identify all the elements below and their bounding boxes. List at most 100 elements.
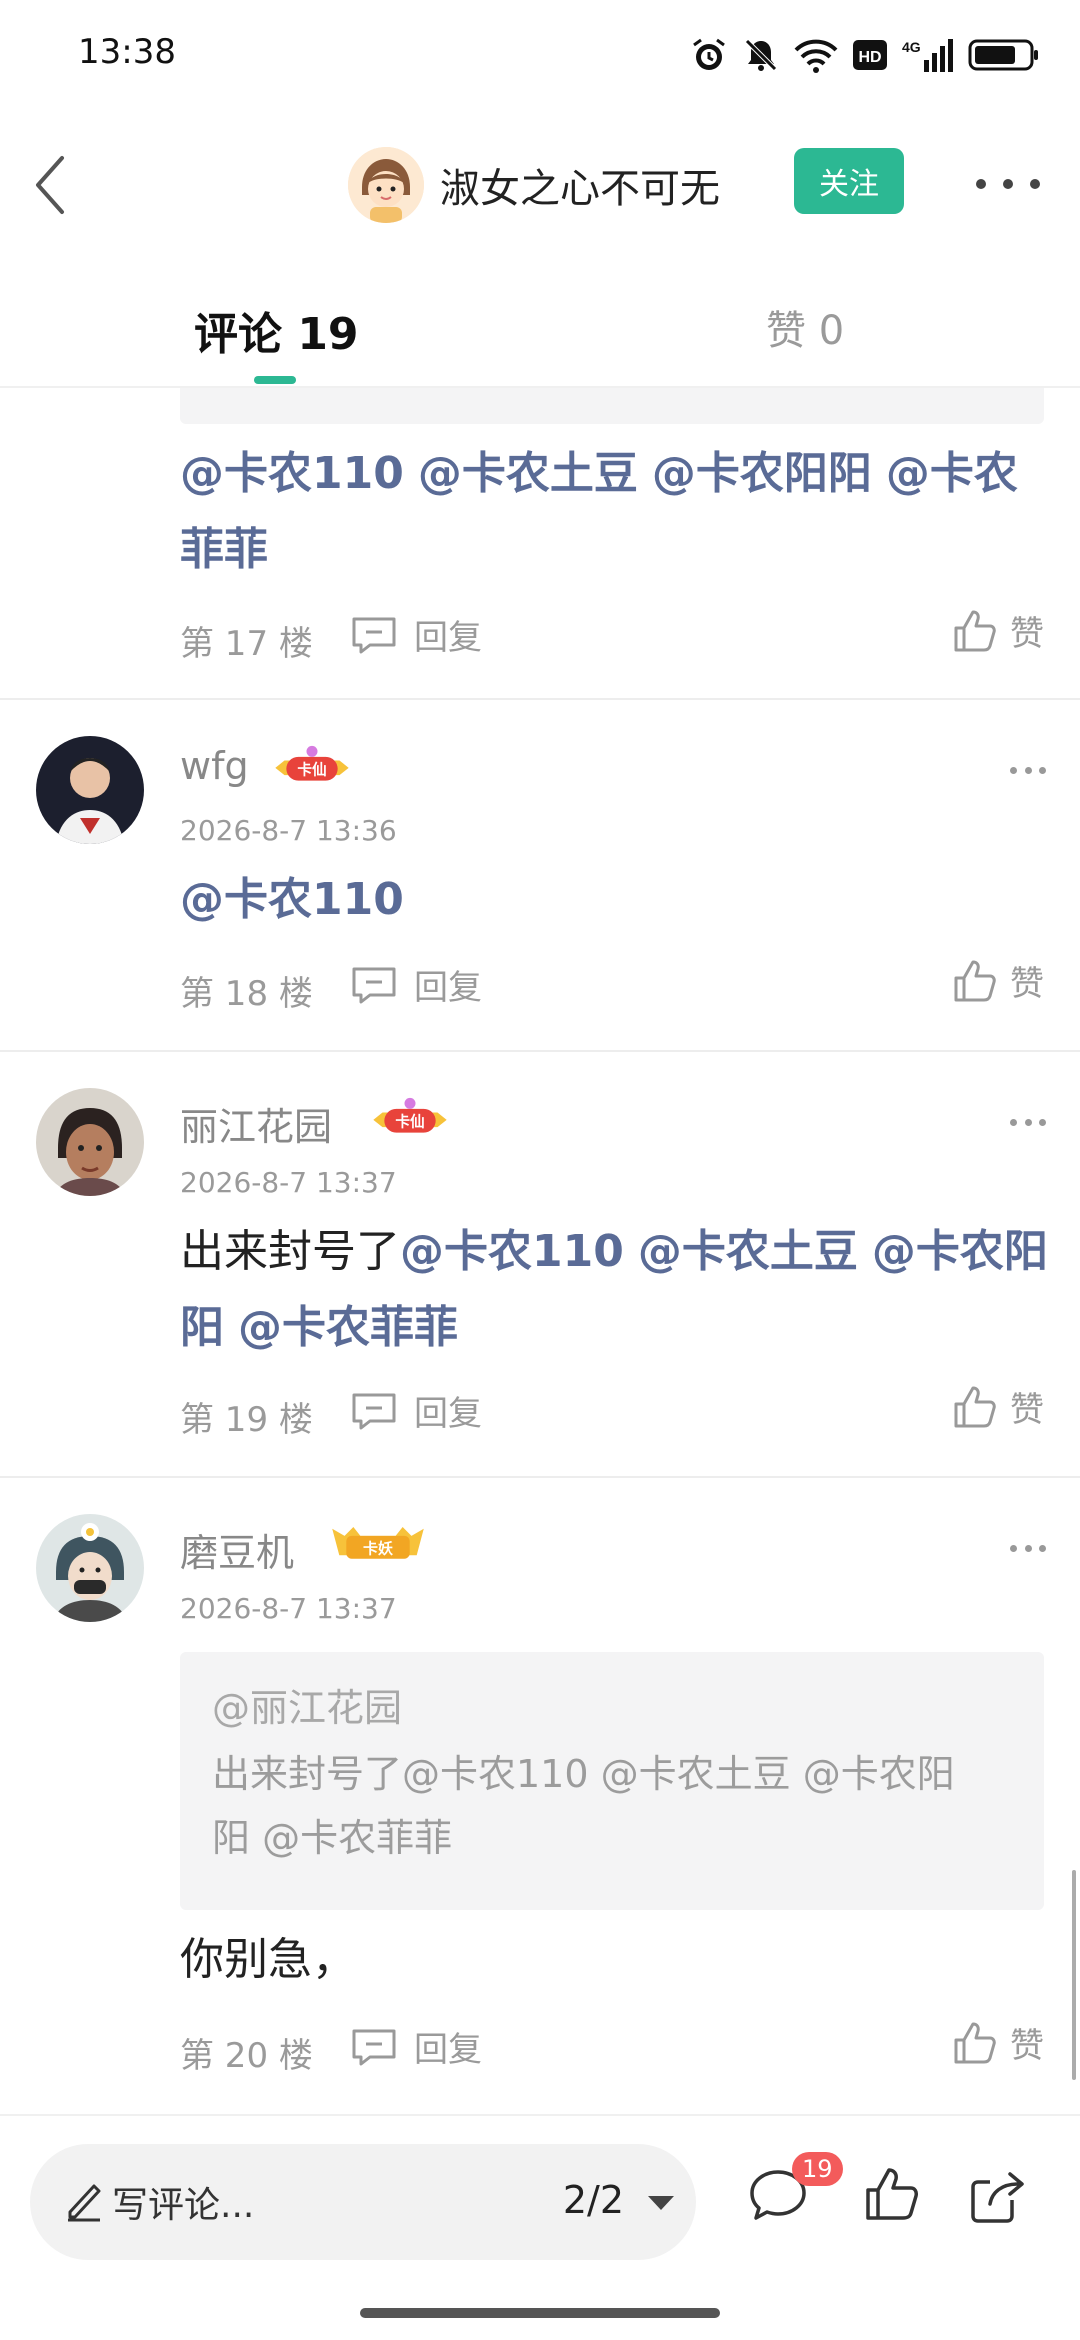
- quoted-comment[interactable]: @丽江花园 出来封号了@卡农110 @卡农土豆 @卡农阳 阳 @卡农菲菲: [180, 1652, 1044, 1910]
- level-badge-kayao: 卡妖: [332, 1527, 424, 1559]
- reply-label: 回复: [414, 968, 482, 1008]
- user-photo-avatar: [36, 1088, 144, 1196]
- thumbs-up-icon: [954, 1386, 996, 1427]
- home-indicator[interactable]: [360, 2308, 720, 2318]
- tab-active-indicator: [254, 376, 296, 384]
- like-button[interactable]: 赞: [952, 2018, 1044, 2067]
- floor-number: 第 18 楼: [180, 974, 313, 1014]
- comment-actions: 第 18 楼 回复 赞: [180, 956, 1044, 1016]
- quote-username: @丽江花园: [212, 1686, 403, 1730]
- like-button[interactable]: 赞: [952, 606, 1044, 655]
- divider: [0, 1476, 1080, 1478]
- comment-text: @卡农110 @卡农土豆 @卡农阳阳 @卡农菲菲: [180, 436, 1060, 588]
- follow-button[interactable]: 关注: [794, 148, 904, 214]
- like-label: 赞: [1010, 1390, 1044, 1430]
- mention-link[interactable]: @卡农阳阳: [652, 448, 872, 499]
- user-avatar[interactable]: [36, 736, 144, 844]
- floor-number: 第 17 楼: [180, 624, 313, 664]
- reply-button[interactable]: 回复: [350, 610, 482, 659]
- like-label: 赞: [1010, 2026, 1044, 2066]
- level-badge-kaxian: 卡仙: [373, 1097, 447, 1133]
- comment-time: 2026-8-7 13:37: [180, 1166, 397, 1199]
- like-label: 赞: [1010, 614, 1044, 654]
- mention-link[interactable]: @卡农土豆: [418, 448, 638, 499]
- username[interactable]: wfg: [180, 744, 249, 788]
- reply-icon: [352, 967, 396, 1003]
- svg-text:卡仙: 卡仙: [395, 1112, 424, 1130]
- scrollbar-thumb[interactable]: [1072, 1870, 1076, 2080]
- user-avatar[interactable]: [36, 1088, 144, 1196]
- alarm-icon: [693, 38, 725, 70]
- share-icon[interactable]: [968, 2166, 1028, 2226]
- tab-bar: 评论 19 赞 0: [0, 280, 1080, 388]
- thumbs-up-icon[interactable]: [864, 2166, 920, 2222]
- svg-text:HD: HD: [858, 49, 881, 66]
- comment-text: 出来封号了@卡农110 @卡农土豆 @卡农阳阳 @卡农菲菲: [180, 1214, 1060, 1366]
- like-button[interactable]: 赞: [952, 956, 1044, 1005]
- author-name[interactable]: 淑女之心不可无: [440, 156, 720, 214]
- svg-text:卡仙: 卡仙: [297, 760, 326, 778]
- thumbs-up-icon: [954, 610, 996, 651]
- floor-number: 第 19 楼: [180, 1400, 313, 1440]
- comment-more-icon[interactable]: [1010, 1112, 1046, 1132]
- mention-link[interactable]: @卡农110: [180, 448, 404, 499]
- user-photo-avatar: [36, 736, 144, 844]
- mention-link[interactable]: @卡农110: [400, 1226, 624, 1277]
- username[interactable]: 丽江花园: [180, 1096, 332, 1151]
- comment-text-prefix: 出来封号了: [180, 1226, 400, 1277]
- comment-time: 2026-8-7 13:36: [180, 814, 397, 847]
- cartoon-girl-avatar: [348, 147, 424, 223]
- pencil-icon: [68, 2184, 101, 2222]
- like-button[interactable]: 赞: [952, 1382, 1044, 1431]
- more-icon[interactable]: [976, 164, 1040, 204]
- status-bar: 13:38 HD 4G: [0, 0, 1080, 110]
- divider: [0, 1050, 1080, 1052]
- mention-link[interactable]: @卡农土豆: [638, 1226, 858, 1277]
- quote-text: 出来封号了@卡农110 @卡农土豆 @卡农阳 阳 @卡农菲菲: [212, 1742, 1012, 1870]
- floor-number: 第 20 楼: [180, 2036, 313, 2076]
- chevron-down-icon[interactable]: [648, 2196, 674, 2210]
- mention-link[interactable]: @卡农菲菲: [238, 1302, 458, 1353]
- comment-more-icon[interactable]: [1010, 760, 1046, 780]
- divider: [0, 698, 1080, 700]
- thumbs-up-icon: [954, 2022, 996, 2063]
- like-label: 赞: [1010, 964, 1044, 1004]
- reply-label: 回复: [414, 2030, 482, 2070]
- cartoon-avatar: [36, 1514, 144, 1622]
- author-avatar[interactable]: [348, 147, 424, 223]
- reply-label: 回复: [414, 618, 482, 658]
- comment-actions: 第 20 楼 回复 赞: [180, 2018, 1044, 2078]
- write-comment-input[interactable]: 写评论... 2/2: [30, 2144, 696, 2260]
- comment-text: 你别急，: [180, 1934, 356, 1985]
- reply-icon: [352, 2029, 396, 2065]
- wifi-icon: [794, 39, 838, 73]
- author-info[interactable]: 淑女之心不可无: [348, 144, 720, 226]
- tab-likes[interactable]: 赞 0: [766, 298, 844, 356]
- status-time: 13:38: [78, 32, 176, 72]
- back-button[interactable]: [24, 150, 84, 220]
- reply-icon: [352, 617, 396, 653]
- page-indicator[interactable]: 2/2: [563, 2178, 624, 2222]
- reply-button[interactable]: 回复: [350, 960, 482, 1009]
- comment-actions: 第 19 楼 回复 赞: [180, 1382, 1044, 1442]
- svg-text:卡妖: 卡妖: [363, 1539, 393, 1557]
- reply-button[interactable]: 回复: [350, 1386, 482, 1435]
- comment-more-icon[interactable]: [1010, 1538, 1046, 1558]
- comment-actions: 第 17 楼 回复 赞: [180, 606, 1044, 666]
- tab-comments[interactable]: 评论 19: [194, 298, 359, 362]
- thumbs-up-icon: [954, 960, 996, 1001]
- quote-box-partial: [180, 388, 1044, 424]
- back-arrow-icon: [36, 156, 64, 214]
- battery-icon: [968, 39, 1038, 71]
- reply-icon: [352, 1393, 396, 1429]
- status-icons: HD 4G: [690, 30, 1040, 80]
- user-avatar[interactable]: [36, 1514, 144, 1622]
- hd-icon: HD: [853, 40, 887, 70]
- svg-text:4G: 4G: [902, 39, 921, 55]
- reply-button[interactable]: 回复: [350, 2022, 482, 2071]
- mention-link[interactable]: @卡农110: [180, 874, 404, 925]
- mute-bell-icon: [745, 39, 777, 71]
- quote-line: 阳 @卡农菲菲: [212, 1816, 453, 1860]
- username[interactable]: 磨豆机: [180, 1522, 294, 1577]
- comment-text: @卡农110: [180, 862, 1060, 938]
